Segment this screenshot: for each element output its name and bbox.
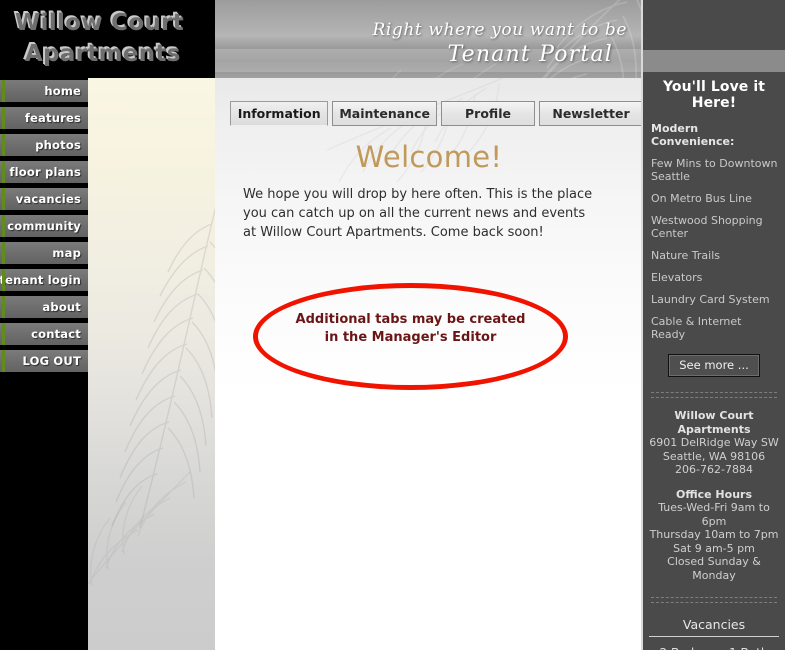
sidebar-item-features[interactable]: features [0,107,88,129]
amenity-item[interactable]: Cable & Internet Ready [649,315,779,341]
right-info-panel: You'll Love it Here! Modern Convenience:… [643,0,785,650]
content-tabs: Information Maintenance Profile Newslett… [230,100,643,126]
sidebar-item-label: features [24,111,81,125]
sidebar-item-contact[interactable]: contact [0,323,88,345]
tab-maintenance[interactable]: Maintenance [332,101,437,126]
tab-information-label: Information [237,106,321,121]
sidebar-item-label: contact [31,327,81,341]
office-hours-line: Thursday 10am to 7pm [649,528,779,541]
annotation-callout: Additional tabs may be created in the Ma… [253,283,568,390]
contact-name-line-2: Apartments [677,422,751,436]
annotation-line-1: Additional tabs may be created [295,312,526,327]
fern-frond-secondary-icon [88,471,191,587]
see-more-wrapper: See more ... [649,354,779,377]
sidebar-item-label: vacancies [15,192,81,206]
tenant-portal-page: Right where you want to be Tenant Portal… [0,0,785,650]
amenities-subtitle: Modern Convenience: [651,122,735,148]
vacancy-line-1: 2 Bedroom 1 Bath [649,646,779,650]
sidebar-item-label: LOG OUT [22,354,81,368]
sidebar-item-tenant-login[interactable]: tenant login [0,269,88,291]
amenity-item[interactable]: Elevators [649,271,779,284]
divider-dashed-vacancies-top [651,597,777,598]
decorative-fern-strip [88,78,215,650]
sidebar-item-photos[interactable]: photos [0,134,88,156]
sidebar-item-label: floor plans [9,165,81,179]
tab-profile-label: Profile [465,106,511,121]
annotation-text: Additional tabs may be created in the Ma… [253,311,568,347]
contact-block: Willow Court Apartments 6901 DelRidge Wa… [649,409,779,477]
sidebar-item-log-out[interactable]: LOG OUT [0,350,88,372]
office-hours-line: Closed Sunday & Monday [667,555,761,582]
contact-phone[interactable]: 206-762-7884 [649,463,779,477]
amenity-item[interactable]: On Metro Bus Line [649,192,779,205]
amenity-item[interactable]: Westwood Shopping Center [649,214,779,240]
tab-newsletter-label: Newsletter [552,106,630,121]
logo-line-1: Willow Court [10,7,207,38]
amenity-item[interactable]: Laundry Card System [649,293,779,306]
sidebar-nav: home features photos floor plans vacanci… [0,80,88,377]
header-section-title: Tenant Portal [447,42,613,67]
banner-text-group: Right where you want to be Tenant Portal [215,0,643,69]
office-hours-line: Sat 9 am-5 pm [673,541,755,555]
welcome-paragraph: We hope you will drop by here often. Thi… [243,187,593,240]
office-hours-heading: Office Hours [676,487,752,501]
annotation-line-2: in the Manager's Editor [324,330,497,345]
sidebar-item-label: community [7,219,81,233]
divider-dashed-vacancies-bottom [651,602,777,603]
sidebar-item-label: map [52,246,81,260]
contact-city-state-zip: Seattle, WA 98106 [662,449,766,463]
header-tagline: Right where you want to be [372,20,627,40]
vacancies-heading: Vacancies [649,617,779,637]
sidebar-item-label: photos [35,138,81,152]
contact-street: 6901 DelRidge Way SW [649,436,779,449]
header-banner: Right where you want to be Tenant Portal [215,0,643,78]
sidebar-item-label: home [44,84,81,98]
sidebar-item-floor-plans[interactable]: floor plans [0,161,88,183]
sidebar-item-home[interactable]: home [0,80,88,102]
tab-newsletter[interactable]: Newsletter [539,101,643,126]
office-hours-block: Office Hours Tues-Wed-Fri 9am to 6pm Thu… [649,488,779,583]
amenity-item[interactable]: Nature Trails [649,249,779,262]
contact-name-line-1: Willow Court [674,409,754,422]
sidebar-item-vacancies[interactable]: vacancies [0,188,88,210]
see-more-button[interactable]: See more ... [668,354,760,377]
content-palm-frond-icon [326,78,504,183]
amenity-item[interactable]: Few Mins to Downtown Seattle [649,157,779,183]
sidebar-item-map[interactable]: map [0,242,88,264]
sidebar-item-community[interactable]: community [0,215,88,237]
right-panel-title: You'll Love it Here! [662,79,766,111]
sidebar-item-label: about [42,300,81,314]
divider-dashed-top [651,392,777,393]
vacancy-listing[interactable]: 2 Bedroom 1 Bath 900 Sq Ft $1400 Mo. [649,646,779,650]
site-logo[interactable]: Willow Court Apartments [0,0,215,78]
office-hours-line: Tues-Wed-Fri 9am to 6pm [658,501,770,528]
divider-dashed-bottom [651,397,777,398]
right-panel-sheen [643,50,785,72]
logo-line-2: Apartments [10,38,207,69]
sidebar-item-label: tenant login [0,273,81,287]
tab-maintenance-label: Maintenance [339,106,430,121]
tab-information[interactable]: Information [230,101,329,126]
sidebar-item-about[interactable]: about [0,296,88,318]
welcome-heading: Welcome! [355,140,503,174]
tab-profile[interactable]: Profile [441,101,535,126]
